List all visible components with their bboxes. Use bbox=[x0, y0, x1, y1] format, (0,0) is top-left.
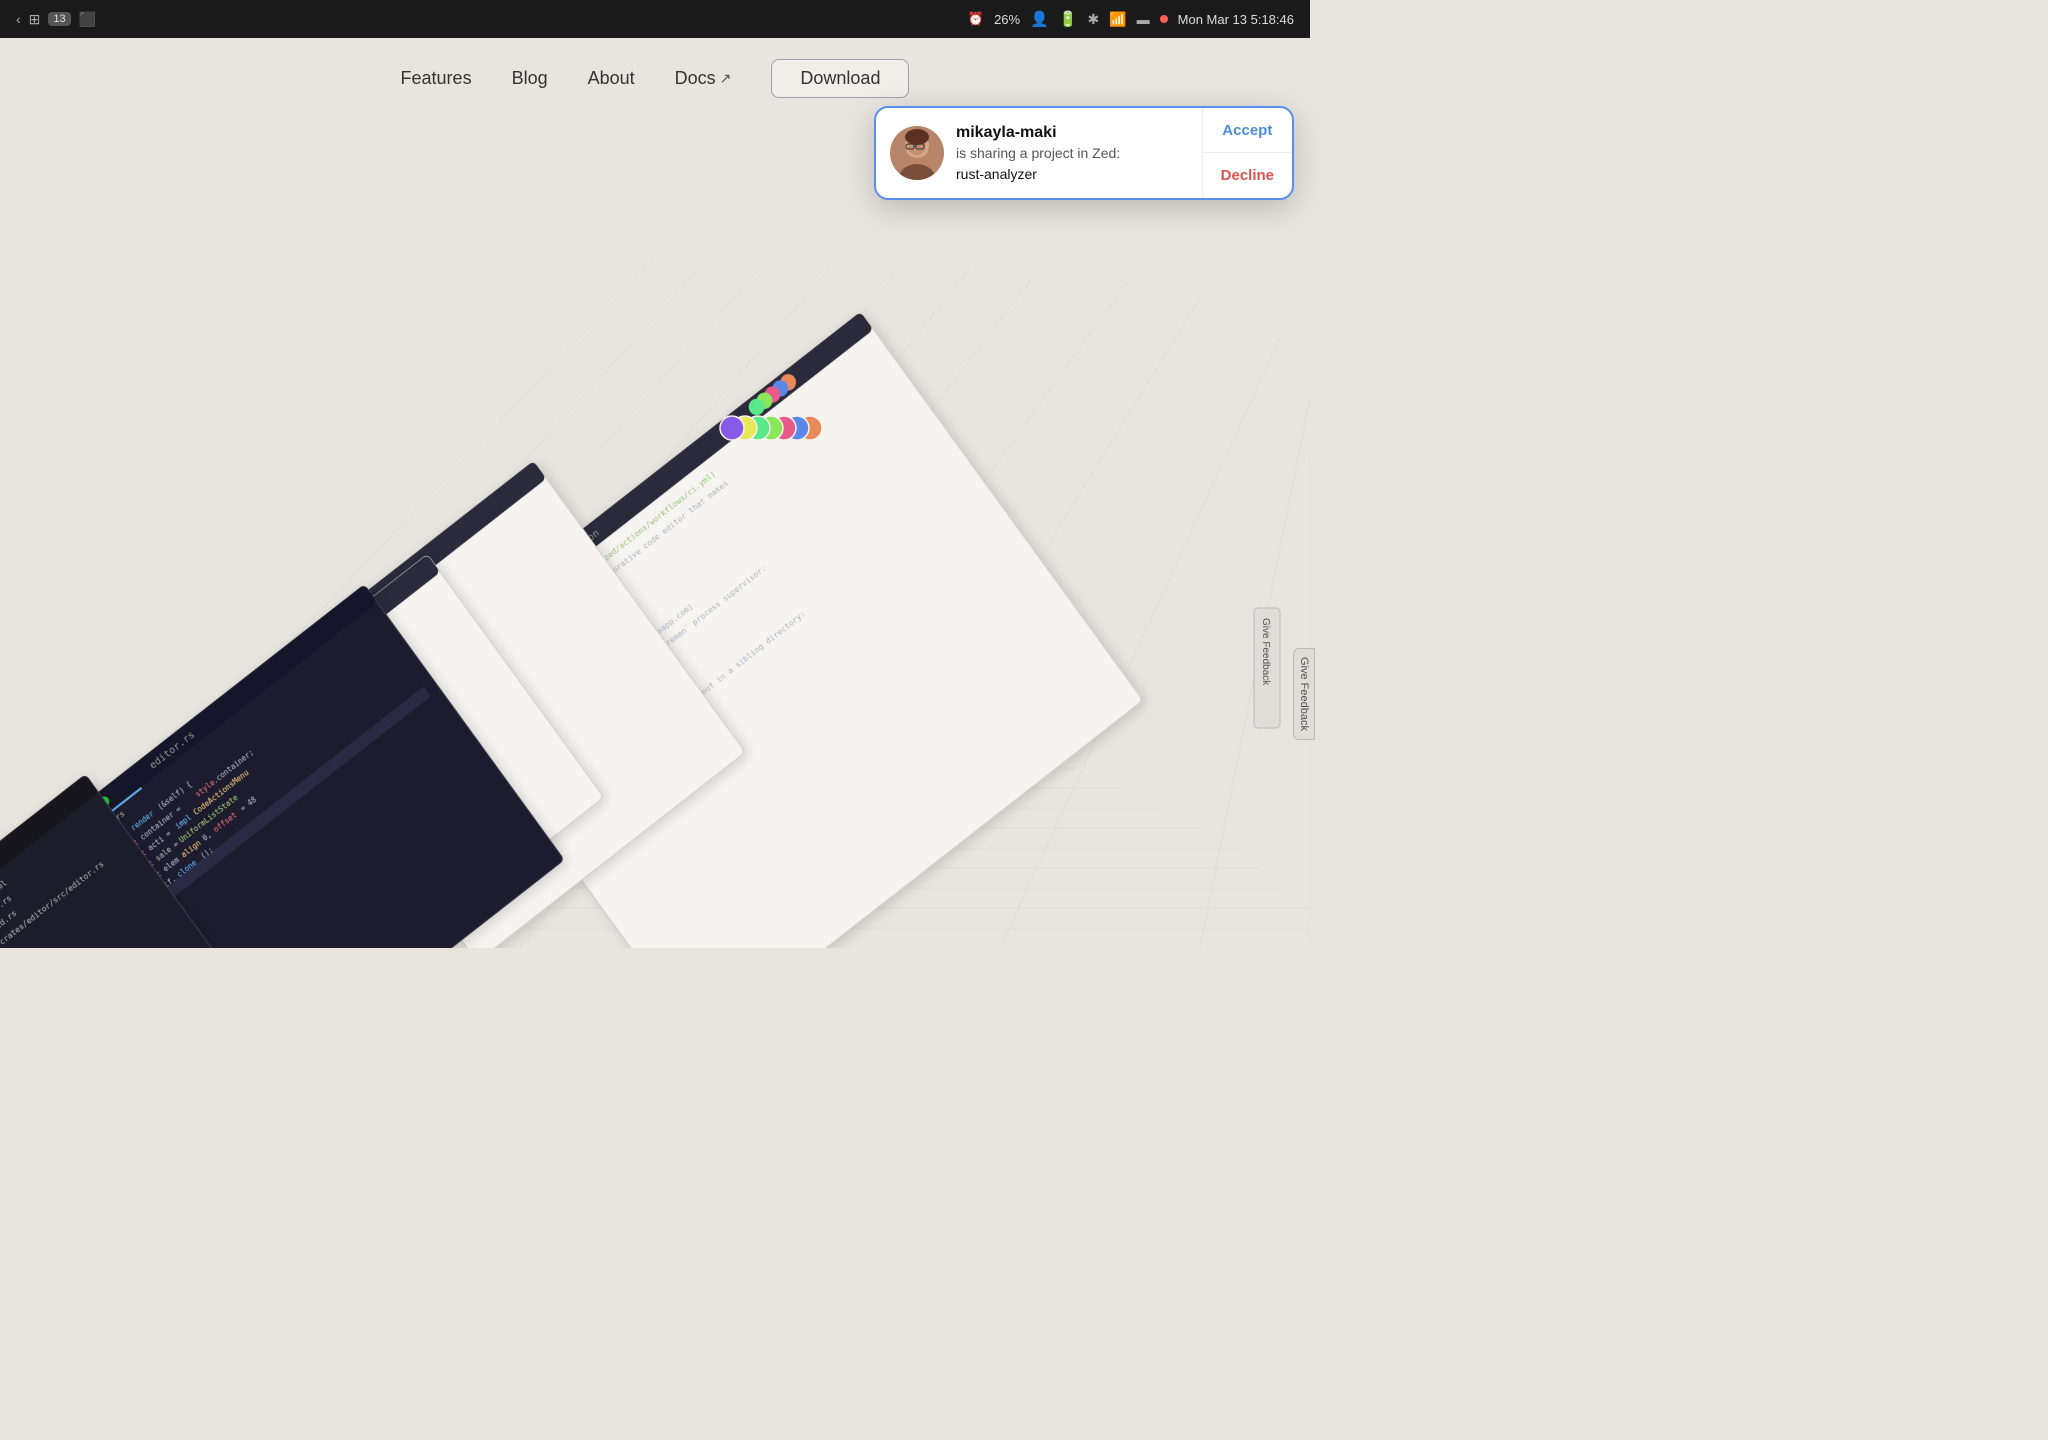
nav-about[interactable]: About bbox=[588, 68, 635, 89]
external-link-icon: ↗ bbox=[720, 70, 732, 87]
display-icon: ▬ bbox=[1137, 12, 1150, 27]
screen-share-icon[interactable]: ⬛ bbox=[79, 11, 96, 28]
wifi-icon: 📶 bbox=[1109, 11, 1126, 28]
app-content: Features Blog About Docs ↗ Download bbox=[0, 48, 1310, 940]
feedback-tab[interactable]: Give Feedback bbox=[1293, 648, 1315, 740]
decline-button[interactable]: Decline bbox=[1203, 153, 1292, 197]
menubar-right: ⏰ 26% 👤 🔋 ✱ 📶 ▬ Mon Mar 13 5:18:46 bbox=[968, 0, 1294, 38]
notification-popup: mikayla-maki is sharing a project in Zed… bbox=[874, 106, 1294, 200]
svg-text:Give Feedback: Give Feedback bbox=[1260, 618, 1271, 686]
nav-features[interactable]: Features bbox=[401, 68, 472, 89]
download-button[interactable]: Download bbox=[771, 59, 909, 98]
notification-content: mikayla-maki is sharing a project in Zed… bbox=[876, 108, 1202, 198]
accept-button[interactable]: Accept bbox=[1203, 108, 1292, 153]
bluetooth-icon: ✱ bbox=[1087, 11, 1099, 28]
code-editor-visual: settings.json [{C}](https://github.com/z… bbox=[0, 108, 1310, 940]
menu-bar: ‹ ⊞ 13 ⬛ ⏰ 26% 👤 🔋 ✱ 📶 ▬ Mon Mar 13 5:18… bbox=[0, 0, 1310, 38]
layout-icon[interactable]: ⊞ bbox=[29, 11, 41, 28]
battery-icon: 🔋 bbox=[1059, 10, 1078, 28]
menubar-left: ‹ ⊞ 13 ⬛ bbox=[16, 0, 96, 38]
notification-badge[interactable]: 13 bbox=[48, 12, 70, 26]
avatar-icon: 👤 bbox=[1030, 10, 1049, 28]
notification-username: mikayla-maki bbox=[956, 124, 1120, 142]
notification-project: rust-analyzer bbox=[956, 166, 1120, 182]
notification-avatar bbox=[890, 126, 944, 180]
notification-actions: Accept Decline bbox=[1202, 108, 1292, 198]
status-indicator bbox=[1160, 15, 1168, 23]
clock-icon: ⏰ bbox=[968, 11, 984, 27]
navigation-bar: Features Blog About Docs ↗ Download bbox=[0, 48, 1310, 108]
notification-text: mikayla-maki is sharing a project in Zed… bbox=[956, 124, 1120, 182]
nav-docs[interactable]: Docs ↗ bbox=[675, 68, 732, 89]
datetime-display: Mon Mar 13 5:18:46 bbox=[1178, 12, 1294, 27]
notification-message: is sharing a project in Zed: bbox=[956, 144, 1120, 164]
back-icon[interactable]: ‹ bbox=[16, 11, 21, 27]
nav-blog[interactable]: Blog bbox=[512, 68, 548, 89]
battery-percent: 26% bbox=[994, 12, 1020, 27]
